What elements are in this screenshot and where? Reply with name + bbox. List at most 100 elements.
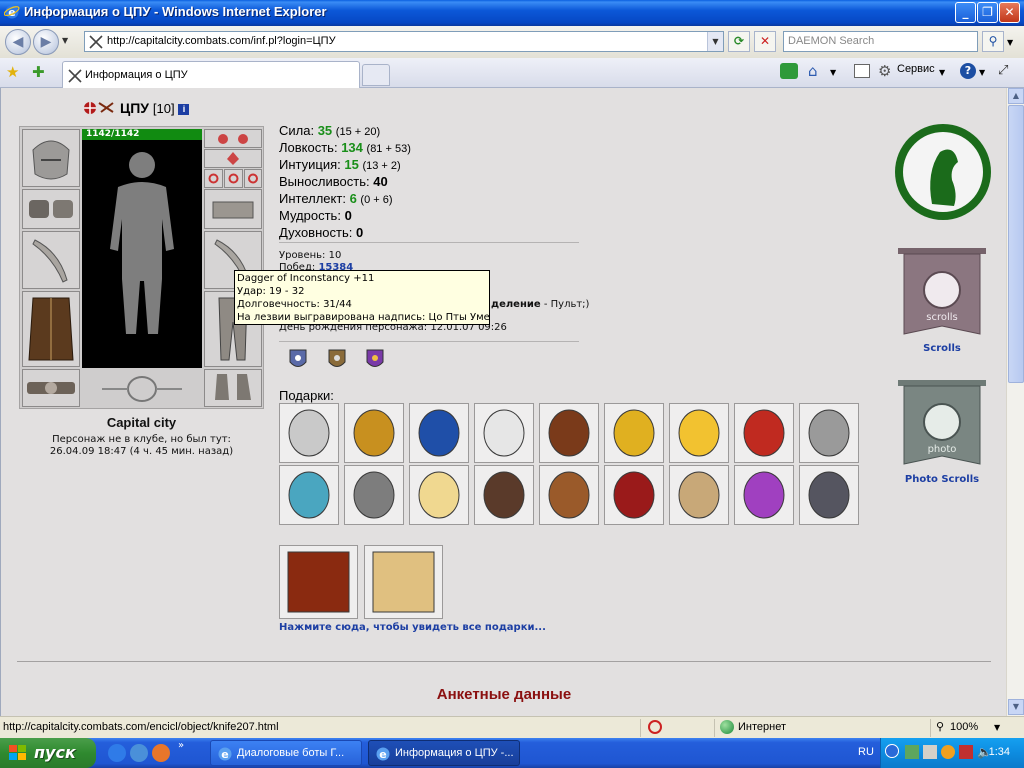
help-dropdown-icon[interactable]: ▼ <box>979 68 985 77</box>
language-indicator[interactable]: RU <box>858 746 874 758</box>
gift-rocking-horse[interactable] <box>539 403 599 463</box>
shield-badge-icon[interactable] <box>287 348 309 372</box>
all-gifts-link[interactable]: Нажмите сюда, чтобы увидеть все подарки.… <box>279 622 546 633</box>
gift-pennant[interactable] <box>409 403 469 463</box>
media-quicklaunch-icon[interactable] <box>152 744 170 762</box>
address-url[interactable]: http://capitalcity.combats.com/inf.pl?lo… <box>107 35 336 47</box>
forward-button[interactable]: ▶ <box>33 29 59 55</box>
add-favorites-icon[interactable]: ✚ <box>32 63 45 81</box>
woman-emblem-icon[interactable] <box>892 122 994 222</box>
ring-slot-1[interactable] <box>204 169 223 188</box>
knight-mug-icon <box>353 471 395 519</box>
help-icon[interactable]: ? <box>960 63 976 79</box>
scrolls-banner[interactable]: scrolls <box>894 246 990 342</box>
divider <box>930 719 931 737</box>
scroll-thumb[interactable] <box>1008 105 1024 383</box>
photo-scrolls-banner[interactable]: photo <box>894 378 990 472</box>
stat-detail: (15 + 20) <box>335 126 381 138</box>
search-options-icon[interactable]: ▼ <box>1007 38 1013 47</box>
gift-scarab[interactable] <box>474 465 534 525</box>
gift-cheese[interactable] <box>669 403 729 463</box>
shield-badge-icon[interactable] <box>326 348 348 372</box>
gift-chest[interactable] <box>279 465 339 525</box>
gift-card-balloon[interactable] <box>364 545 443 619</box>
gloves-slot[interactable] <box>204 189 262 229</box>
gift-red-cloak[interactable] <box>604 465 664 525</box>
new-tab-button[interactable] <box>362 64 390 86</box>
gift-mouse[interactable] <box>799 403 859 463</box>
scroll-down-icon[interactable]: ▼ <box>1008 699 1024 715</box>
crossed-swords-icon <box>68 69 82 83</box>
gear-icon[interactable]: ⚙ <box>878 62 891 80</box>
armor-slot[interactable] <box>22 291 80 367</box>
address-bar[interactable]: http://capitalcity.combats.com/inf.pl?lo… <box>84 31 724 52</box>
search-icon[interactable]: ⚲ <box>982 31 1004 52</box>
gift-bells[interactable] <box>604 403 664 463</box>
scroll-up-icon[interactable]: ▲ <box>1008 88 1024 104</box>
zoom-dropdown-icon[interactable]: ▼ <box>994 723 1000 732</box>
photo-scrolls-link[interactable]: Photo Scrolls <box>881 474 1003 485</box>
ie-quicklaunch-icon[interactable] <box>108 744 126 762</box>
close-button[interactable]: ✕ <box>999 2 1020 23</box>
network-icon[interactable] <box>905 745 919 759</box>
grey-cloak-icon <box>808 471 850 519</box>
service-dropdown-icon[interactable]: ▼ <box>939 68 945 77</box>
vertical-scrollbar[interactable]: ▲ ▼ <box>1006 88 1024 716</box>
research-icon[interactable]: ⤢ <box>998 63 1008 78</box>
volume-icon[interactable]: 🔈 <box>977 745 992 759</box>
quicklaunch-expand-icon[interactable]: » <box>178 740 184 751</box>
zoom-icon[interactable]: ⚲ <box>936 720 944 733</box>
gift-book[interactable] <box>344 403 404 463</box>
belt-slot[interactable] <box>22 369 80 407</box>
weapon-left-slot[interactable] <box>22 231 80 289</box>
gift-pennant-red[interactable] <box>734 403 794 463</box>
antivirus-icon[interactable] <box>941 745 955 759</box>
history-dropdown-icon[interactable]: ▼ <box>62 36 68 45</box>
scrolls-link[interactable]: Scrolls <box>881 343 1003 354</box>
tab-character-info[interactable]: Информация о ЦПУ <box>62 61 360 88</box>
app-tray-icon[interactable] <box>959 745 973 759</box>
gift-vaseline[interactable] <box>474 403 534 463</box>
taskbar-item-bots[interactable]: e Диалоговые боты Г... <box>210 740 362 766</box>
messenger-quicklaunch-icon[interactable] <box>130 744 148 762</box>
helmet-slot[interactable] <box>22 129 80 187</box>
gift-seal[interactable] <box>279 403 339 463</box>
refresh-button[interactable]: ⟳ <box>728 31 750 52</box>
gift-beer-mug[interactable] <box>539 465 599 525</box>
ie-logo-icon: e <box>218 747 232 761</box>
partial-line: деление - Пульт;) <box>491 299 589 310</box>
back-button[interactable]: ◀ <box>5 29 31 55</box>
minimize-button[interactable]: _ <box>955 2 976 23</box>
page-icon[interactable] <box>854 64 870 78</box>
start-button[interactable]: пуск <box>0 738 96 768</box>
search-input[interactable]: DAEMON Search <box>783 31 978 52</box>
feeds-icon[interactable] <box>780 63 798 79</box>
ring-slot-3[interactable] <box>244 169 262 188</box>
bracers-slot[interactable] <box>22 189 80 229</box>
tray-expand-icon[interactable] <box>885 744 899 758</box>
club-info: Персонаж не в клубе, но был тут: 26.04.0… <box>19 434 264 458</box>
service-menu[interactable]: Сервис <box>897 63 935 75</box>
gift-grey-cloak[interactable] <box>799 465 859 525</box>
gift-potions[interactable] <box>734 465 794 525</box>
popup-blocked-icon[interactable] <box>648 720 662 734</box>
home-dropdown-icon[interactable]: ▼ <box>830 68 836 77</box>
address-dropdown-icon[interactable]: ▼ <box>707 32 723 51</box>
gift-candle[interactable] <box>409 465 469 525</box>
maximize-button[interactable]: ❐ <box>977 2 998 23</box>
gift-card-2008[interactable] <box>279 545 358 619</box>
shield-badge-icon[interactable] <box>364 348 386 372</box>
ring-slot-2[interactable] <box>224 169 243 188</box>
amulet-slot[interactable] <box>204 149 262 168</box>
boots-slot[interactable] <box>204 369 262 407</box>
home-icon[interactable]: ⌂ <box>808 62 818 80</box>
display-icon[interactable] <box>923 745 937 759</box>
gift-parcel[interactable] <box>669 465 729 525</box>
stop-button[interactable]: ✕ <box>754 31 776 52</box>
taskbar-item-info[interactable]: e Информация о ЦПУ -... <box>368 740 520 766</box>
zoom-level[interactable]: 100% <box>950 721 978 733</box>
gift-knight-mug[interactable] <box>344 465 404 525</box>
favorites-star-icon[interactable]: ★ <box>6 63 19 81</box>
info-icon[interactable]: i <box>178 104 190 115</box>
earring-slot[interactable] <box>204 129 262 148</box>
